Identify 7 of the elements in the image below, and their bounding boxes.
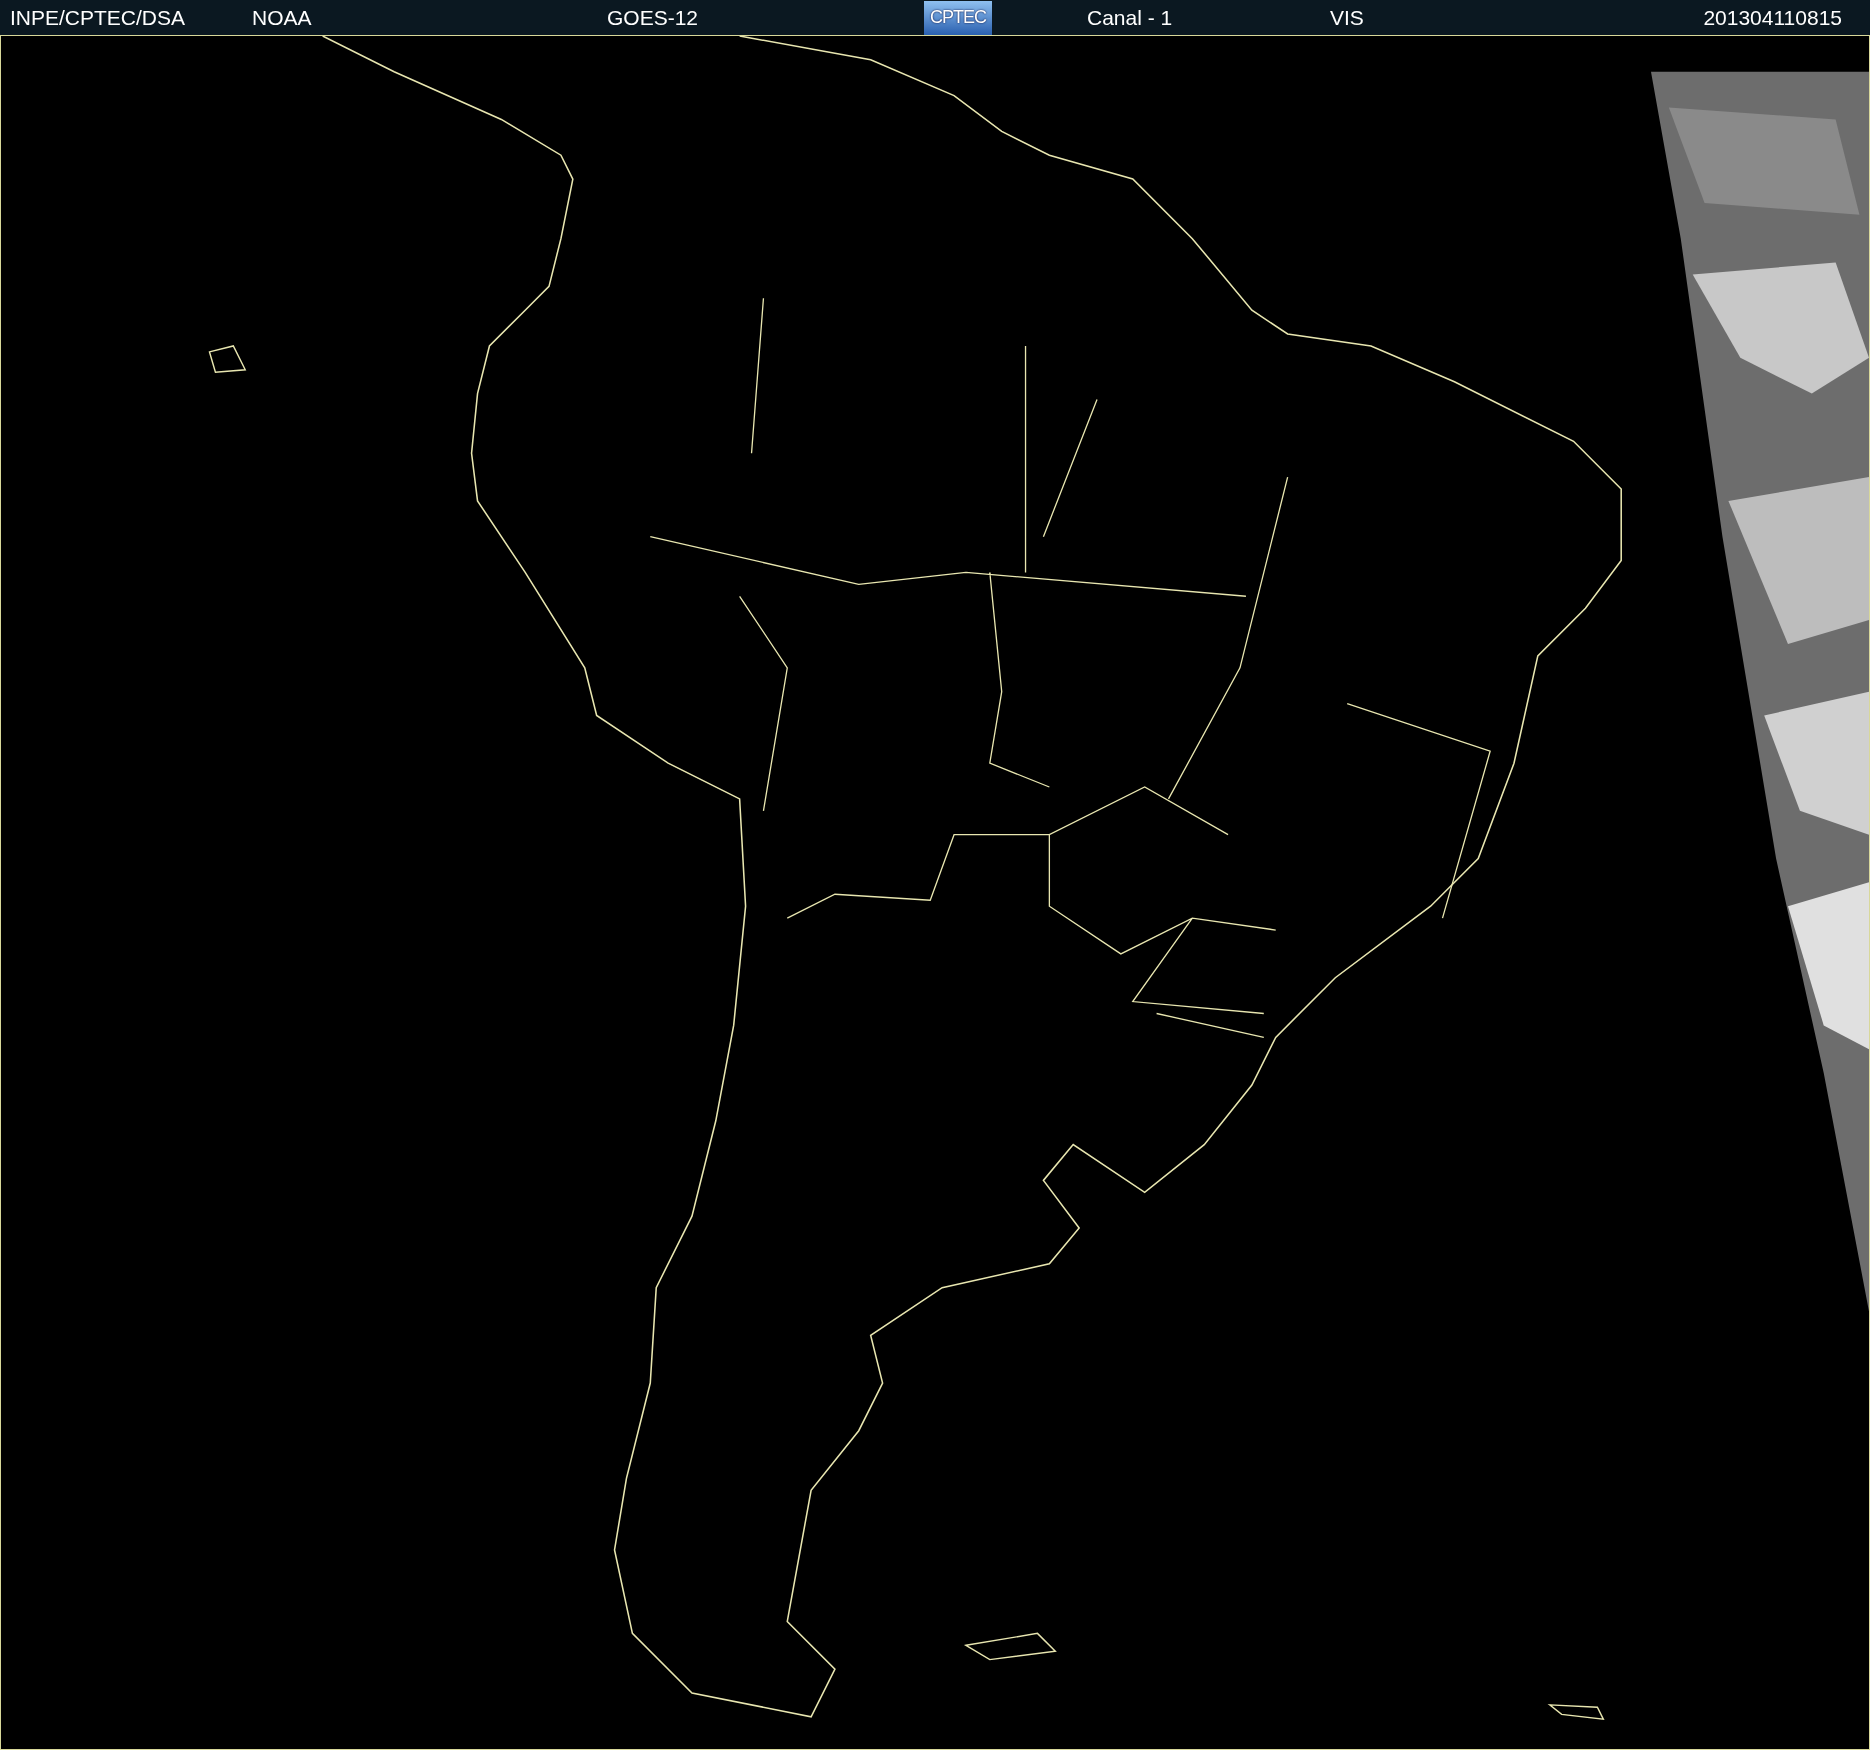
header-label: GOES-12 <box>607 5 699 30</box>
logo: CPTEC <box>924 0 992 35</box>
header-label: 201304110815 <box>1703 5 1842 30</box>
header-label: VIS <box>1330 5 1364 30</box>
header-label: Canal - 1 <box>1087 5 1173 30</box>
header-label: NOAA <box>252 5 312 30</box>
header-label: INPE/CPTEC/DSA <box>10 5 186 30</box>
